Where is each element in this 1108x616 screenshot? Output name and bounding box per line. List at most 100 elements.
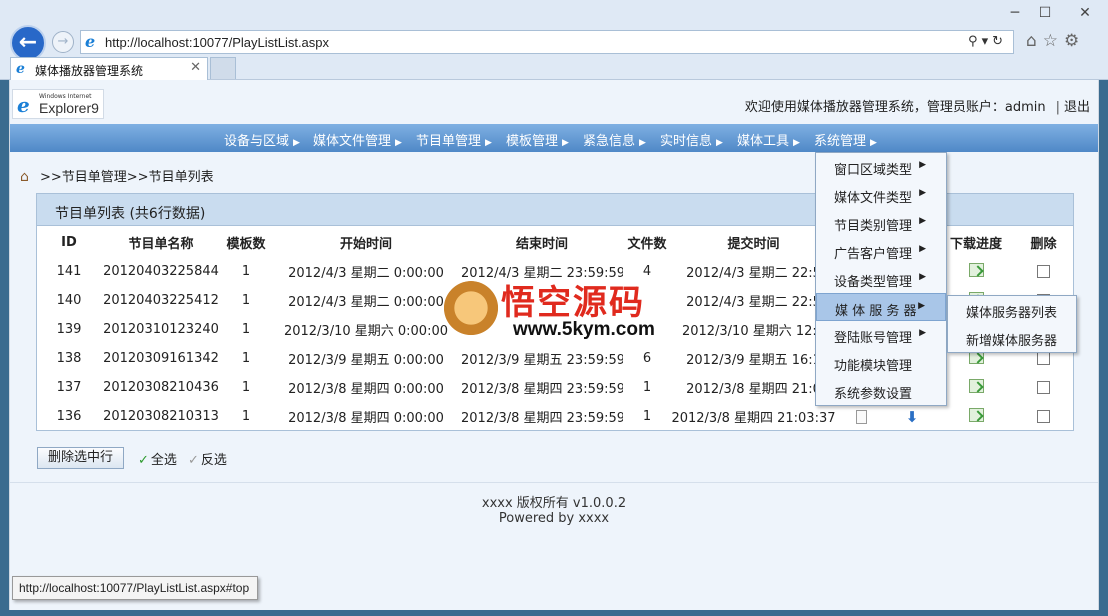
triangle-right-icon: ▶	[919, 272, 926, 282]
cell-download: ⬇	[886, 402, 938, 431]
forward-arrow-icon: →	[57, 34, 69, 49]
select-all-link[interactable]: ✓ 全选	[138, 449, 177, 468]
download-progress-icon[interactable]	[968, 407, 984, 422]
menu-item-login-accounts[interactable]: 登陆账号管理 ▶	[816, 321, 946, 349]
nav-item-label: 实时信息	[660, 134, 713, 149]
triangle-right-icon: ▶	[919, 216, 926, 226]
footer-copyright: xxxx 版权所有 v1.0.0.2	[481, 496, 627, 511]
cell-progress	[938, 402, 1014, 431]
submenu-item-server-list[interactable]: 媒体服务器列表	[948, 296, 1076, 324]
nav-item-label: 媒体工具	[737, 134, 790, 149]
footer-powered: Powered by xxxx	[498, 511, 610, 526]
maximize-button[interactable]: ☐	[1031, 2, 1059, 24]
menu-item-program-category[interactable]: 节目类别管理 ▶	[816, 209, 946, 237]
cell-templates: 1	[241, 293, 251, 308]
download-progress-icon[interactable]	[968, 378, 984, 393]
menu-item-media-type[interactable]: 媒体文件类型 ▶	[816, 181, 946, 209]
check-icon: ✓	[188, 453, 199, 468]
triangle-right-icon: ▶	[919, 328, 926, 338]
nav-item-playlists[interactable]: 节目单管理 ▶	[416, 130, 492, 149]
triangle-right-icon: ▶	[918, 301, 925, 311]
nav-item-label: 设备与区域	[224, 134, 290, 149]
nav-item-realtime[interactable]: 实时信息 ▶	[660, 130, 723, 149]
nav-item-label: 系统管理	[814, 134, 867, 149]
address-tools: ⚲▾↻	[968, 34, 1007, 49]
menu-item-window-region[interactable]: 窗口区域类型 ▶	[816, 153, 946, 181]
triangle-right-icon: ▶	[919, 188, 926, 198]
menu-item-system-params[interactable]: 系统参数设置	[816, 377, 946, 405]
menu-item-label: 媒 体 服 务 器	[835, 304, 917, 319]
home-icon[interactable]: ⌂	[20, 170, 36, 184]
page-content: e Windows Internet Explorer9 欢迎使用媒体播放器管理…	[10, 80, 1098, 610]
delete-checkbox[interactable]	[1037, 410, 1050, 423]
new-tab-button[interactable]	[210, 57, 236, 79]
triangle-right-icon: ▶	[716, 138, 723, 148]
col-header-end: 结束时间	[515, 236, 568, 252]
logo-small-text: Windows Internet	[39, 93, 92, 100]
download-arrow-icon[interactable]: ⬇	[906, 408, 919, 426]
cell-start: 2012/3/10 星期六 0:00:00	[283, 324, 449, 339]
document-icon[interactable]	[855, 409, 867, 424]
minimize-button[interactable]: ─	[1001, 2, 1029, 24]
menu-item-media-server[interactable]: 媒 体 服 务 器 ▶	[816, 293, 946, 321]
cell-start: 2012/3/8 星期四 0:00:00	[288, 382, 444, 397]
table-row: 136 20120308210313 1 2012/3/8 星期四 0:00:0…	[37, 402, 1073, 431]
nav-item-templates[interactable]: 模板管理 ▶	[506, 130, 569, 149]
col-header-id: ID	[61, 234, 77, 250]
media-server-submenu: 媒体服务器列表 新增媒体服务器	[947, 295, 1077, 353]
nav-item-media-files[interactable]: 媒体文件管理 ▶	[313, 130, 402, 149]
nav-item-label: 节目单管理	[416, 134, 482, 149]
cell-progress	[938, 373, 1014, 402]
ie-logo-icon: e	[17, 93, 30, 117]
menu-item-label: 登陆账号管理	[834, 331, 913, 346]
back-button[interactable]: ←	[10, 25, 46, 61]
nav-item-system[interactable]: 系统管理 ▶	[814, 130, 877, 149]
cell-delete	[1014, 257, 1073, 286]
cell-templates: 1	[241, 380, 251, 395]
browser-tab[interactable]: e 媒体播放器管理系统 ✕	[10, 57, 208, 80]
menu-item-ad-clients[interactable]: 广告客户管理 ▶	[816, 237, 946, 265]
refresh-icon[interactable]: ↻	[992, 34, 1007, 49]
monkey-logo-icon	[443, 281, 499, 341]
nav-item-label: 紧急信息	[583, 134, 636, 149]
menu-item-label: 功能模块管理	[834, 359, 913, 374]
submenu-item-add-server[interactable]: 新增媒体服务器	[948, 324, 1076, 352]
menu-item-function-modules[interactable]: 功能模块管理	[816, 349, 946, 377]
select-all-label: 全选	[150, 453, 177, 468]
delete-checkbox[interactable]	[1037, 352, 1050, 365]
tab-close-icon[interactable]: ✕	[190, 60, 201, 75]
cell-start: 2012/4/3 星期二 0:00:00	[288, 295, 444, 310]
nav-item-devices[interactable]: 设备与区域 ▶	[224, 130, 300, 149]
cell-name: 20120403225844	[103, 264, 219, 279]
forward-button[interactable]: →	[52, 31, 74, 53]
menu-item-label: 媒体文件类型	[834, 191, 913, 206]
close-button[interactable]: ✕	[1067, 2, 1103, 24]
cell-start: 2012/3/9 星期五 0:00:00	[288, 353, 444, 368]
delete-selected-button[interactable]: 删除选中行	[37, 447, 124, 469]
address-bar[interactable]: e http://localhost:10077/PlayListList.as…	[80, 30, 1014, 54]
back-arrow-icon: ←	[18, 30, 38, 55]
dropdown-icon[interactable]: ▾	[982, 34, 993, 49]
nav-item-emergency[interactable]: 紧急信息 ▶	[583, 130, 646, 149]
col-header-progress: 下载进度	[949, 236, 1002, 252]
status-url-tooltip: http://localhost:10077/PlayListList.aspx…	[12, 576, 259, 600]
cell-end: 2012/3/8 星期四 23:59:59	[461, 382, 623, 397]
cell-submitted: 2012/4/3 星期二 22:5	[686, 266, 821, 281]
download-progress-icon[interactable]	[968, 262, 984, 277]
menu-item-label: 设备类型管理	[834, 275, 913, 290]
address-text[interactable]: http://localhost:10077/PlayListList.aspx	[105, 35, 329, 50]
logout-link[interactable]: 退出	[1064, 100, 1090, 115]
menu-item-device-type[interactable]: 设备类型管理 ▶	[816, 265, 946, 293]
nav-item-media-tools[interactable]: 媒体工具 ▶	[737, 130, 800, 149]
search-icon[interactable]: ⚲	[968, 34, 982, 49]
favorites-star-icon[interactable]: ☆	[1043, 31, 1064, 51]
breadcrumb: ⌂ >>节目单管理>>节目单列表	[20, 166, 214, 185]
invert-selection-link[interactable]: ✓ 反选	[188, 449, 227, 468]
delete-checkbox[interactable]	[1037, 381, 1050, 394]
cell-name: 20120308210436	[103, 380, 219, 395]
cell-id: 141	[56, 264, 82, 279]
delete-checkbox[interactable]	[1037, 265, 1050, 278]
home-icon[interactable]: ⌂	[1026, 31, 1043, 51]
cell-start: 2012/3/8 星期四 0:00:00	[288, 411, 444, 426]
settings-gear-icon[interactable]: ⚙	[1064, 31, 1085, 51]
